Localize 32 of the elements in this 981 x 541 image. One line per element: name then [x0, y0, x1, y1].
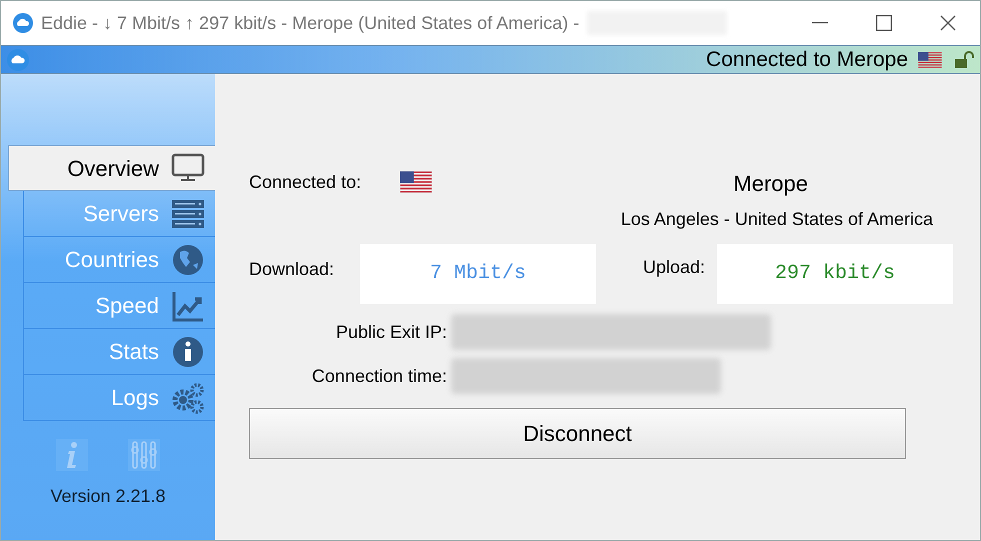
nav-item[interactable]: Overview: [8, 145, 215, 191]
sliders-icon: [129, 440, 159, 470]
upload-value: 297 kbit/s: [717, 244, 953, 304]
field-label: Connected to:: [249, 171, 362, 194]
close-icon: [940, 15, 956, 31]
cloud-logo-icon: [7, 48, 29, 70]
nav-item[interactable]: Speed: [23, 283, 215, 329]
field-label: Download:: [249, 258, 336, 280]
info-icon: [65, 441, 79, 469]
globe-icon: [171, 242, 205, 276]
server-location: Los Angeles - United States of America: [620, 208, 933, 231]
nav-item[interactable]: Servers: [23, 191, 215, 237]
field-label: Public Exit IP:: [334, 320, 448, 344]
field-label: Connection time:: [310, 364, 448, 388]
minimize-icon: [812, 22, 828, 24]
nav-item[interactable]: Countries: [23, 237, 215, 283]
download-value: 7 Mbit/s: [360, 244, 596, 304]
maximize-icon: [876, 15, 892, 31]
info-icon: [171, 334, 205, 368]
nav-item[interactable]: Logs: [23, 375, 215, 421]
version-label: Version 2.21.8: [49, 485, 167, 508]
cloud-logo-icon: [13, 13, 33, 33]
connection-status: Connected to Merope: [706, 46, 908, 73]
preferences-button[interactable]: [128, 439, 160, 471]
gears-icon: [171, 380, 205, 414]
field-label: Upload:: [642, 256, 706, 279]
about-button[interactable]: [56, 439, 88, 471]
flag-icon: [918, 52, 942, 68]
disconnect-button[interactable]: Disconnect: [249, 408, 906, 459]
nav-item[interactable]: Stats: [23, 329, 215, 375]
window-title: Eddie - ↓ 7 Mbit/s ↑ 297 kbit/s - Merope (United States of America) -: [41, 12, 580, 35]
server-name: Merope: [733, 170, 808, 198]
